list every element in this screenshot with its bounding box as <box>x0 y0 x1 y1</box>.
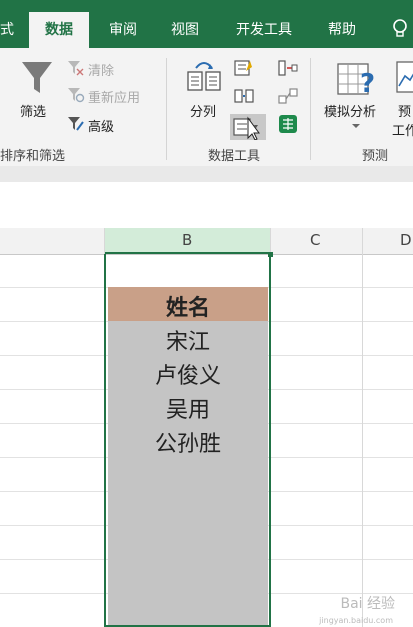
excel-window: 式 数据 审阅 视图 开发工具 帮助 筛选 清除 重新应用 高级 排序和筛选 分… <box>0 0 413 627</box>
reapply-button[interactable]: 重新应用 <box>88 87 140 106</box>
group-divider <box>310 58 311 160</box>
column-b-selection <box>104 254 271 627</box>
reapply-icon <box>68 88 85 103</box>
clear-button[interactable]: 清除 <box>88 60 114 79</box>
column-header-b[interactable]: B <box>182 231 192 249</box>
group-label-sort-filter: 排序和筛选 <box>0 149 66 164</box>
svg-text:?: ? <box>360 69 375 98</box>
group-divider <box>166 58 167 160</box>
remove-duplicates-icon[interactable] <box>234 87 254 105</box>
what-if-analysis-button[interactable]: 模拟分析 <box>324 101 376 120</box>
what-if-analysis-icon[interactable]: ? <box>336 60 376 98</box>
column-line <box>362 228 363 627</box>
tab-formulas[interactable]: 式 <box>0 12 14 48</box>
text-to-columns-button[interactable]: 分列 <box>190 101 216 120</box>
ribbon-shadow <box>0 166 413 182</box>
consolidate-icon[interactable] <box>278 59 298 77</box>
text-to-columns-icon[interactable] <box>186 58 222 94</box>
filter-button[interactable]: 筛选 <box>20 101 46 120</box>
lightbulb-icon[interactable] <box>392 18 408 40</box>
flash-fill-icon[interactable] <box>234 59 254 77</box>
column-header-c[interactable]: C <box>310 231 320 249</box>
clear-filter-icon <box>68 61 84 76</box>
forecast-sheet-icon[interactable] <box>396 60 413 96</box>
data-model-icon[interactable] <box>278 114 298 134</box>
watermark-logo: Bai 经验 <box>340 596 395 612</box>
advanced-filter-icon <box>68 117 84 131</box>
column-header-d[interactable]: D <box>400 231 412 249</box>
tab-review[interactable]: 审阅 <box>98 12 148 48</box>
formula-bar-area <box>0 182 413 228</box>
fill-handle[interactable] <box>268 252 273 257</box>
watermark-url: jingyan.baidu.com <box>319 616 393 625</box>
tab-data[interactable]: 数据 <box>29 12 89 48</box>
forecast-sheet-button[interactable]: 预 <box>398 101 411 120</box>
forecast-sheet-button-line2: 工作 <box>392 124 413 139</box>
tab-help[interactable]: 帮助 <box>318 12 366 48</box>
group-label-data-tools: 数据工具 <box>208 149 261 164</box>
tab-view[interactable]: 视图 <box>160 12 210 48</box>
advanced-button[interactable]: 高级 <box>88 116 114 135</box>
tab-developer[interactable]: 开发工具 <box>224 12 304 48</box>
ribbon-tab-bar: 式 数据 审阅 视图 开发工具 帮助 <box>0 0 413 48</box>
data-validation-icon[interactable] <box>230 114 266 140</box>
group-label-forecast: 预测 <box>362 149 389 164</box>
filter-funnel-icon[interactable] <box>20 60 54 96</box>
relationships-icon[interactable] <box>278 87 298 105</box>
chevron-down-icon[interactable] <box>351 123 361 129</box>
